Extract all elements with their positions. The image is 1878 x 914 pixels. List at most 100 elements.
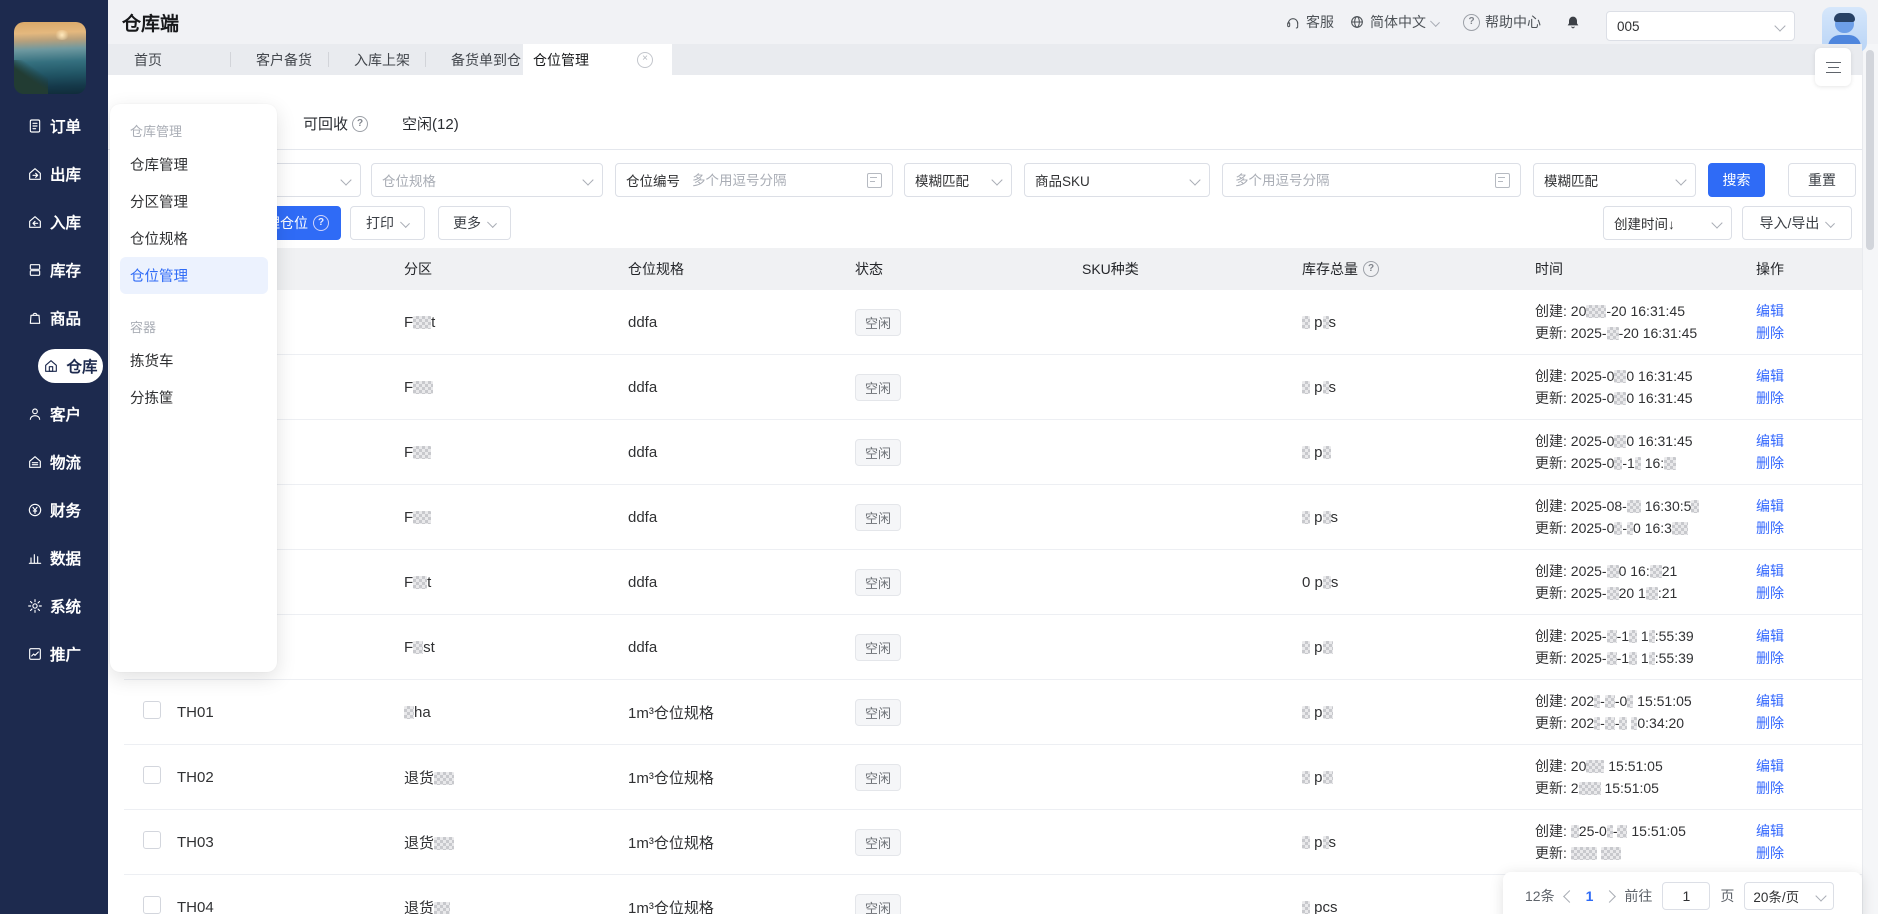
op-link-删除[interactable]: 删除 (1756, 517, 1862, 539)
scrollbar-thumb[interactable] (1866, 50, 1874, 250)
help-center-button[interactable]: ? 帮助中心 (1463, 0, 1541, 44)
updated-time: 更新: 2025- -20 16:31:45 (1535, 325, 1698, 341)
menu-item-拣货车[interactable]: 拣货车 (110, 342, 277, 379)
op-link-编辑[interactable]: 编辑 (1756, 430, 1862, 452)
reset-button[interactable]: 重置 (1788, 163, 1856, 197)
redacted-text (1322, 380, 1329, 394)
op-link-删除[interactable]: 删除 (1756, 647, 1862, 669)
close-tab-icon[interactable]: × (637, 51, 653, 68)
sidebar-item-订单[interactable]: 订单 (0, 102, 108, 150)
tab-仓位管理[interactable]: 仓位管理 × (523, 44, 672, 75)
match-mode-select-2[interactable]: 模糊匹配 (1533, 163, 1696, 197)
menu-item-分区管理[interactable]: 分区管理 (110, 183, 277, 220)
more-dropdown-button[interactable]: 更多 (438, 206, 511, 240)
sidebar-item-label: 仓库 (66, 359, 98, 376)
op-link-删除[interactable]: 删除 (1756, 777, 1862, 799)
account-select[interactable]: 005 (1606, 11, 1795, 41)
redacted-text (1649, 565, 1662, 578)
sidebar-item-商品[interactable]: 商品 (0, 294, 108, 342)
tab-首页[interactable]: 首页 (108, 44, 230, 75)
op-link-编辑[interactable]: 编辑 (1756, 560, 1862, 582)
subtab-可回收[interactable]: 可回收? (303, 113, 369, 134)
company-logo[interactable] (14, 22, 86, 94)
sidebar-item-财务[interactable]: 财务 (0, 486, 108, 534)
tab-list-menu-button[interactable] (1815, 48, 1851, 86)
table-row: Fddfa 空闲 p 创建: 2025-0 0 16:31:45 更新: 2025-0-… (124, 420, 1862, 485)
finance-icon (28, 503, 42, 517)
row-checkbox[interactable] (143, 831, 161, 849)
sidebar-item-仓库[interactable]: 仓库 (38, 349, 103, 383)
op-link-编辑[interactable]: 编辑 (1756, 625, 1862, 647)
tab-label: 备货单到仓 (451, 51, 521, 68)
batch-input-icon[interactable] (1495, 172, 1510, 188)
op-link-删除[interactable]: 删除 (1756, 452, 1862, 474)
sidebar-item-库存[interactable]: 库存 (0, 246, 108, 294)
row-select-cell (124, 701, 177, 723)
search-button[interactable]: 搜索 (1708, 163, 1765, 197)
customer-service-button[interactable]: 客服 (1285, 0, 1334, 44)
sidebar-item-label: 推广 (49, 647, 81, 664)
time-cell: 创建: 20 -20 16:31:45 更新: 2025- -20 16:31:45 (1535, 290, 1756, 344)
menu-item-仓位规格[interactable]: 仓位规格 (110, 220, 277, 257)
menu-item-仓位管理[interactable]: 仓位管理 (120, 257, 268, 294)
status-cell: 空闲 (855, 893, 1082, 914)
created-time: 创建: 20 15:51:05 (1535, 758, 1663, 774)
sidebar-item-出库[interactable]: 出库 (0, 150, 108, 198)
partition-cell: 退货 (404, 767, 628, 788)
op-link-删除[interactable]: 删除 (1756, 582, 1862, 604)
language-switcher[interactable]: 简体中文 (1349, 0, 1440, 44)
sort-order-select[interactable]: 创建时间↓ (1603, 206, 1732, 240)
op-link-编辑[interactable]: 编辑 (1756, 495, 1862, 517)
op-link-编辑[interactable]: 编辑 (1756, 820, 1862, 842)
tab-客户备货[interactable]: 客户备货 (230, 44, 328, 75)
sku-filter-input[interactable] (1233, 171, 1489, 189)
op-link-编辑[interactable]: 编辑 (1756, 365, 1862, 387)
notification-bell-button[interactable] (1565, 0, 1581, 44)
partition-cell: ha (404, 704, 628, 721)
op-link-编辑[interactable]: 编辑 (1756, 300, 1862, 322)
redacted-text (1302, 770, 1310, 784)
row-checkbox[interactable] (143, 766, 161, 784)
next-page-button[interactable] (1603, 889, 1617, 903)
redacted-text (1302, 315, 1310, 329)
print-dropdown-button[interactable]: 打印 (350, 206, 425, 240)
column-header-label: SKU种类 (1082, 261, 1139, 277)
import-export-button[interactable]: 导入/导出 (1742, 206, 1852, 240)
redacted-text (1322, 510, 1331, 524)
row-select-cell (124, 896, 177, 914)
tab-备货单到仓[interactable]: 备货单到仓 (425, 44, 523, 75)
goto-page-input[interactable]: 1 (1662, 882, 1711, 910)
op-link-编辑[interactable]: 编辑 (1756, 755, 1862, 777)
redacted-text (1619, 717, 1628, 730)
subtab-空闲(12)[interactable]: 空闲(12) (402, 113, 459, 134)
code-filter-input[interactable] (690, 171, 861, 189)
page-size-select[interactable]: 20条/页 (1744, 882, 1835, 910)
sidebar-item-数据[interactable]: 数据 (0, 534, 108, 582)
sidebar-item-客户[interactable]: 客户 (0, 390, 108, 438)
status-cell: 空闲 (855, 373, 1082, 401)
op-link-删除[interactable]: 删除 (1756, 712, 1862, 734)
menu-item-分拣筐[interactable]: 分拣筐 (110, 379, 277, 416)
redacted-text (1600, 847, 1621, 860)
row-checkbox[interactable] (143, 701, 161, 719)
op-link-删除[interactable]: 删除 (1756, 387, 1862, 409)
match-mode-select-1[interactable]: 模糊匹配 (904, 163, 1012, 197)
op-link-编辑[interactable]: 编辑 (1756, 690, 1862, 712)
batch-input-icon[interactable] (867, 172, 882, 188)
sidebar-item-推广[interactable]: 推广 (0, 630, 108, 678)
time-cell: 创建: 2025- -1 1:55:39 更新: 2025- -1 1:55:39 (1535, 615, 1756, 669)
sku-field-select[interactable]: 商品SKU (1024, 163, 1210, 197)
spec-cell: 1m³仓位规格 (628, 769, 714, 787)
row-checkbox[interactable] (143, 896, 161, 914)
sidebar-item-入库[interactable]: 入库 (0, 198, 108, 246)
menu-item-仓库管理[interactable]: 仓库管理 (110, 146, 277, 183)
tab-入库上架[interactable]: 入库上架 (328, 44, 425, 75)
current-page[interactable]: 1 (1584, 888, 1596, 904)
sidebar-item-物流[interactable]: 物流 (0, 438, 108, 486)
prev-page-button[interactable] (1562, 889, 1576, 903)
spec-filter-select[interactable]: 仓位规格 (371, 163, 603, 197)
redacted-text (434, 771, 455, 785)
op-link-删除[interactable]: 删除 (1756, 842, 1862, 864)
op-link-删除[interactable]: 删除 (1756, 322, 1862, 344)
sidebar-item-系统[interactable]: 系统 (0, 582, 108, 630)
